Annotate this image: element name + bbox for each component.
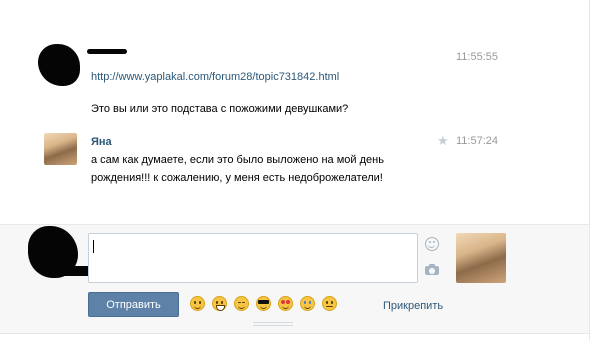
tear-face-icon[interactable] bbox=[300, 296, 315, 311]
neutral-face-icon[interactable] bbox=[322, 296, 337, 311]
cool-face-icon[interactable] bbox=[256, 296, 271, 311]
message-text-line-2: рождения!!! к сожалению, у меня есть нед… bbox=[91, 172, 383, 184]
attach-link[interactable]: Прикрепить bbox=[383, 300, 443, 312]
relieved-face-icon[interactable] bbox=[234, 296, 249, 311]
message-timestamp: 11:55:55 bbox=[456, 51, 499, 63]
message-text: Это вы или это подстава с пожожими девуш… bbox=[91, 103, 349, 115]
message-input[interactable] bbox=[88, 233, 418, 283]
redacted-avatar-scribble bbox=[38, 44, 80, 86]
panel-right-border bbox=[589, 0, 590, 341]
happy-face-icon[interactable] bbox=[190, 296, 205, 311]
resize-handle[interactable] bbox=[253, 322, 293, 328]
message-timestamp: 11:57:24 bbox=[456, 135, 499, 147]
smile-icon[interactable] bbox=[425, 237, 439, 251]
panel-bottom-border bbox=[0, 333, 590, 334]
recipient-avatar[interactable] bbox=[456, 233, 506, 283]
author-name[interactable]: Яна bbox=[91, 136, 112, 148]
redacted-author-scribble bbox=[87, 49, 127, 54]
message-link[interactable]: http://www.yaplakal.com/forum28/topic731… bbox=[91, 71, 339, 83]
text-caret bbox=[93, 240, 94, 253]
message-text-line-1: а сам как думаете, если это было выложен… bbox=[91, 154, 384, 166]
heart-eyes-face-icon[interactable] bbox=[278, 296, 293, 311]
camera-icon[interactable] bbox=[425, 264, 439, 275]
author-avatar[interactable] bbox=[44, 133, 77, 165]
send-button[interactable]: Отправить bbox=[88, 292, 179, 317]
grinning-face-icon[interactable] bbox=[212, 296, 227, 311]
star-icon[interactable]: ★ bbox=[437, 133, 449, 149]
